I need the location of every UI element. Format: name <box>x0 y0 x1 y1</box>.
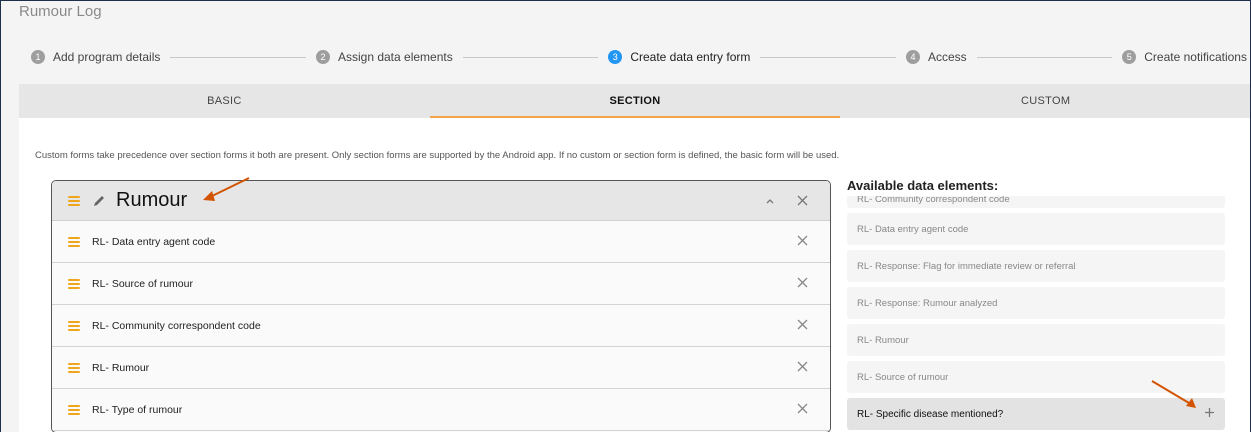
drag-handle-icon[interactable] <box>68 278 80 289</box>
data-element-label: RL- Source of rumour <box>92 277 193 290</box>
form-type-tabs: BASIC SECTION CUSTOM <box>19 84 1250 118</box>
drag-handle-icon[interactable] <box>68 362 80 373</box>
step-label: Create data entry form <box>630 50 751 64</box>
section-title: Rumour <box>116 189 188 211</box>
add-icon[interactable] <box>1204 405 1215 423</box>
app-title: Rumour Log <box>19 3 102 20</box>
available-element-label: RL- Specific disease mentioned? <box>857 408 1004 420</box>
tab-custom[interactable]: CUSTOM <box>840 84 1250 118</box>
section-form-panel: Custom forms take precedence over sectio… <box>19 118 1250 432</box>
available-element-item[interactable]: RL- Source of rumour <box>847 361 1225 393</box>
tab-basic[interactable]: BASIC <box>19 84 430 118</box>
step-connector <box>170 56 306 58</box>
step-connector <box>760 56 896 58</box>
delete-section-icon[interactable] <box>790 193 814 209</box>
section-data-element-row[interactable]: RL- Data entry agent code <box>52 221 830 263</box>
step-label: Access <box>927 50 967 64</box>
step-label: Assign data elements <box>337 50 453 64</box>
drag-handle-icon[interactable] <box>68 236 80 247</box>
data-element-label: RL- Type of rumour <box>92 403 183 416</box>
pencil-icon[interactable] <box>92 194 106 208</box>
available-elements-title: Available data elements: <box>847 178 999 193</box>
available-elements-list: RL- Community correspondent code RL- Dat… <box>847 196 1225 432</box>
step-connector <box>976 56 1113 58</box>
step-connector <box>462 56 599 58</box>
section-data-element-row[interactable]: RL- Source of rumour <box>52 263 830 305</box>
step-number: 4 <box>905 50 920 64</box>
step-number: 5 <box>1122 50 1137 64</box>
tab-section[interactable]: SECTION <box>429 84 841 118</box>
drag-handle-icon[interactable] <box>68 404 80 415</box>
info-text: Custom forms take precedence over sectio… <box>35 150 840 161</box>
remove-icon[interactable] <box>790 233 814 250</box>
collapse-icon[interactable] <box>758 193 782 209</box>
drag-handle-icon[interactable] <box>68 195 80 206</box>
remove-icon[interactable] <box>790 275 814 292</box>
available-element-item[interactable]: RL- Data entry agent code <box>847 213 1225 245</box>
available-element-item-selected[interactable]: RL- Specific disease mentioned? <box>847 398 1225 430</box>
drag-handle-icon[interactable] <box>68 320 80 331</box>
step-add-program-details[interactable]: 1 Add program details <box>31 50 160 64</box>
data-element-label: RL- Rumour <box>92 361 150 374</box>
available-element-item[interactable]: RL- Community correspondent code <box>847 196 1225 208</box>
step-label: Add program details <box>53 50 161 64</box>
remove-icon[interactable] <box>790 359 814 376</box>
section-card: Rumour RL- Data entry agent code RL- Sou… <box>51 180 831 432</box>
step-number: 2 <box>315 50 330 64</box>
section-data-element-row[interactable]: RL- Rumour <box>52 347 830 389</box>
step-number: 3 <box>608 50 623 64</box>
remove-icon[interactable] <box>790 317 814 334</box>
step-number: 1 <box>31 50 45 64</box>
available-element-item[interactable]: RL- Response: Flag for immediate review … <box>847 250 1225 282</box>
step-create-notifications[interactable]: 5 Create notifications <box>1122 50 1247 64</box>
available-element-item[interactable]: RL- Response: Rumour analyzed <box>847 287 1225 319</box>
section-header: Rumour <box>52 181 830 221</box>
available-element-item[interactable]: RL- Rumour <box>847 324 1225 356</box>
step-create-data-entry-form[interactable]: 3 Create data entry form <box>608 50 750 64</box>
data-element-label: RL- Community correspondent code <box>92 319 261 332</box>
section-data-element-row[interactable]: RL- Type of rumour <box>52 389 830 431</box>
stepper: 1 Add program details 2 Assign data elem… <box>31 47 1247 67</box>
data-element-label: RL- Data entry agent code <box>92 235 216 248</box>
section-data-element-row[interactable]: RL- Community correspondent code <box>52 305 830 347</box>
app-window: Rumour Log 1 Add program details 2 Assig… <box>0 0 1251 432</box>
step-label: Create notifications <box>1144 50 1247 64</box>
step-access[interactable]: 4 Access <box>905 50 967 64</box>
remove-icon[interactable] <box>790 401 814 418</box>
step-assign-data-elements[interactable]: 2 Assign data elements <box>315 50 453 64</box>
